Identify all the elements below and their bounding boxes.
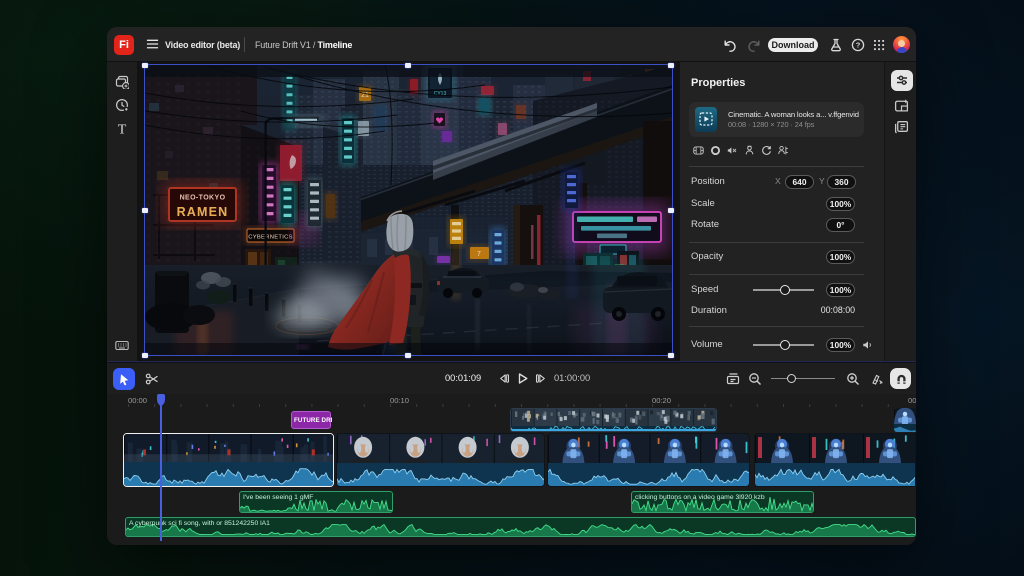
svg-text:?: ?	[856, 41, 861, 50]
svg-text:T: T	[118, 123, 127, 136]
